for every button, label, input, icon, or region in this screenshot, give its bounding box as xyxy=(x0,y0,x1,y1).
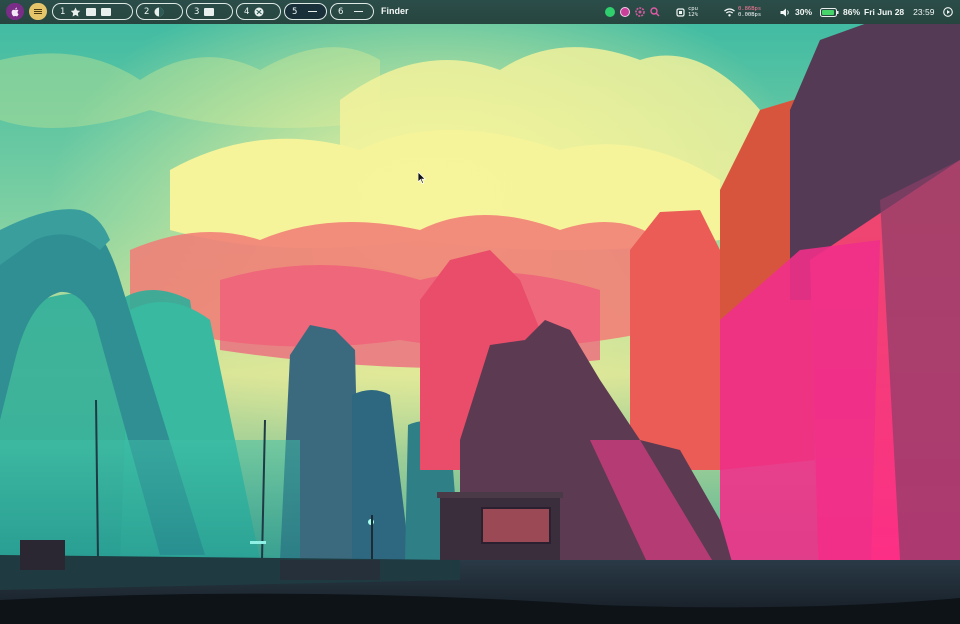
control-center-button[interactable] xyxy=(943,0,953,24)
battery-icon xyxy=(820,7,839,17)
mouse-pointer-icon xyxy=(418,172,426,184)
menu-button[interactable] xyxy=(29,3,47,20)
hamburger-menu-icon xyxy=(34,8,42,16)
globe-icon xyxy=(254,7,264,16)
workspace-5[interactable]: 5 xyxy=(284,3,327,20)
workspace-4[interactable]: 4 xyxy=(236,3,281,20)
desktop-wallpaper xyxy=(0,0,960,624)
app-tray xyxy=(605,0,660,24)
star-app-icon xyxy=(71,6,81,16)
window-icon xyxy=(101,7,112,16)
volume-percent: 30% xyxy=(795,7,813,17)
workspace-3[interactable]: 3 xyxy=(186,3,233,20)
volume-control[interactable]: 30% xyxy=(780,0,812,24)
play-circle-icon xyxy=(943,7,953,17)
workspace-1[interactable]: 1 xyxy=(52,3,133,20)
apple-menu-button[interactable] xyxy=(6,3,24,20)
wifi-icon xyxy=(724,7,735,16)
front-app-name[interactable]: Finder xyxy=(381,6,409,16)
cpu-monitor[interactable]: cpu 12% xyxy=(676,0,698,24)
workspace-number: 3 xyxy=(194,6,200,17)
browser-icon xyxy=(154,7,164,16)
empty-workspace-dash xyxy=(308,10,318,13)
spotify-icon[interactable] xyxy=(605,7,615,17)
window-icon xyxy=(204,7,215,16)
workspace-number: 5 xyxy=(292,6,298,17)
cpu-chip-icon xyxy=(676,7,685,17)
workspace-number: 6 xyxy=(338,6,344,17)
workspace-number: 2 xyxy=(144,6,150,17)
cpu-value: 12% xyxy=(688,12,698,18)
time-label: 23:59 xyxy=(913,7,935,17)
date-label: Fri Jun 28 xyxy=(864,7,905,17)
clock[interactable]: Fri Jun 28 23:59 xyxy=(864,0,934,24)
battery-percent: 86% xyxy=(843,7,861,17)
speaker-volume-icon xyxy=(780,8,789,16)
workspace-6[interactable]: 6 xyxy=(330,3,374,20)
workspace-number: 4 xyxy=(244,6,250,17)
search-icon[interactable] xyxy=(650,7,660,17)
net-download-rate: 0.00Bps xyxy=(738,12,762,18)
tor-browser-icon[interactable] xyxy=(620,7,630,17)
network-monitor[interactable]: 0.86Bps 0.00Bps xyxy=(724,0,761,24)
empty-workspace-dash xyxy=(354,10,364,13)
workspace-2[interactable]: 2 xyxy=(136,3,183,20)
battery-status[interactable]: 86% xyxy=(820,0,860,24)
apple-logo-icon xyxy=(11,7,19,16)
window-icon xyxy=(86,7,97,16)
settings-app-icon[interactable] xyxy=(635,7,645,17)
menu-bar: 1 2 3 4 5 6 Finder cpu 12% 0.86Bps 0.00B… xyxy=(0,0,960,24)
workspace-number: 1 xyxy=(60,6,66,17)
